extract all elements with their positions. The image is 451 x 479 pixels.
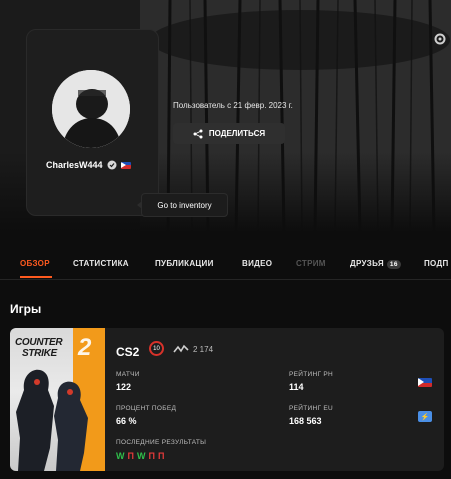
tab-subscriptions[interactable]: ПОДП — [424, 259, 449, 268]
verified-icon — [107, 160, 117, 170]
share-label: ПОДЕЛИТЬСЯ — [208, 129, 266, 138]
elo-trend-icon — [173, 344, 189, 353]
tab-publications[interactable]: ПУБЛИКАЦИИ — [155, 259, 214, 268]
profile-tabs: ОБЗОР СТАТИСТИКА ПУБЛИКАЦИИ ВИДЕО СТРИМ … — [0, 253, 451, 280]
matches-value: 122 — [116, 382, 132, 392]
tab-overview[interactable]: ОБЗОР — [20, 259, 50, 268]
rating-ph-value: 114 — [289, 382, 304, 392]
elo-value: 2 174 — [193, 345, 214, 354]
recent-results: W П W П П — [116, 451, 164, 461]
username-row: CharlesW444 — [46, 160, 131, 170]
friends-count-badge: 16 — [386, 260, 401, 269]
result-item: П — [127, 451, 134, 461]
tab-video[interactable]: ВИДЕО — [242, 259, 272, 268]
flag-icon — [120, 161, 131, 169]
tab-friends-label: ДРУЗЬЯ — [350, 259, 384, 268]
inventory-tooltip: Go to inventory — [137, 193, 228, 217]
result-item: W — [136, 451, 146, 461]
winrate-label: ПРОЦЕНТ ПОБЕД — [116, 405, 177, 412]
avatar[interactable] — [52, 70, 130, 148]
username: CharlesW444 — [46, 160, 103, 170]
result-item: W — [116, 451, 125, 461]
result-item: П — [157, 451, 165, 461]
rating-eu-value: 168 563 — [289, 416, 322, 426]
cs2-cover-image: COUNTER STRIKE 2 — [10, 328, 105, 471]
tab-statistics[interactable]: СТАТИСТИКА — [73, 259, 129, 268]
game-card-cs2[interactable]: COUNTER STRIKE 2 CS2 10 2 174 МАТЧИ 122 … — [10, 328, 444, 471]
tab-friends[interactable]: ДРУЗЬЯ 16 — [350, 259, 401, 269]
region-icon: ⚡ — [418, 411, 432, 422]
cover-title-line2: STRIKE — [22, 348, 57, 359]
cover-title-number: 2 — [78, 334, 92, 361]
tab-stream[interactable]: СТРИМ — [296, 259, 326, 268]
philippines-flag-icon — [418, 378, 432, 387]
rating-ph-label: РЕЙТИНГ PH — [289, 371, 334, 378]
gear-icon[interactable] — [433, 32, 447, 46]
share-button[interactable]: ПОДЕЛИТЬСЯ — [173, 123, 285, 144]
recent-results-label: ПОСЛЕДНИЕ РЕЗУЛЬТАТЫ — [116, 439, 207, 446]
skill-level-badge: 10 — [149, 341, 164, 356]
member-since: Пользователь с 21 февр. 2023 г. — [173, 101, 293, 110]
share-icon — [193, 129, 203, 138]
active-tab-indicator — [20, 276, 52, 278]
matches-label: МАТЧИ — [116, 371, 140, 378]
result-item: П — [148, 451, 155, 461]
winrate-value: 66 % — [116, 416, 137, 426]
game-name: CS2 — [116, 345, 140, 359]
games-section-title: Игры — [10, 302, 42, 316]
cover-title-line1: COUNTER — [15, 337, 63, 348]
rating-eu-label: РЕЙТИНГ EU — [289, 405, 334, 412]
